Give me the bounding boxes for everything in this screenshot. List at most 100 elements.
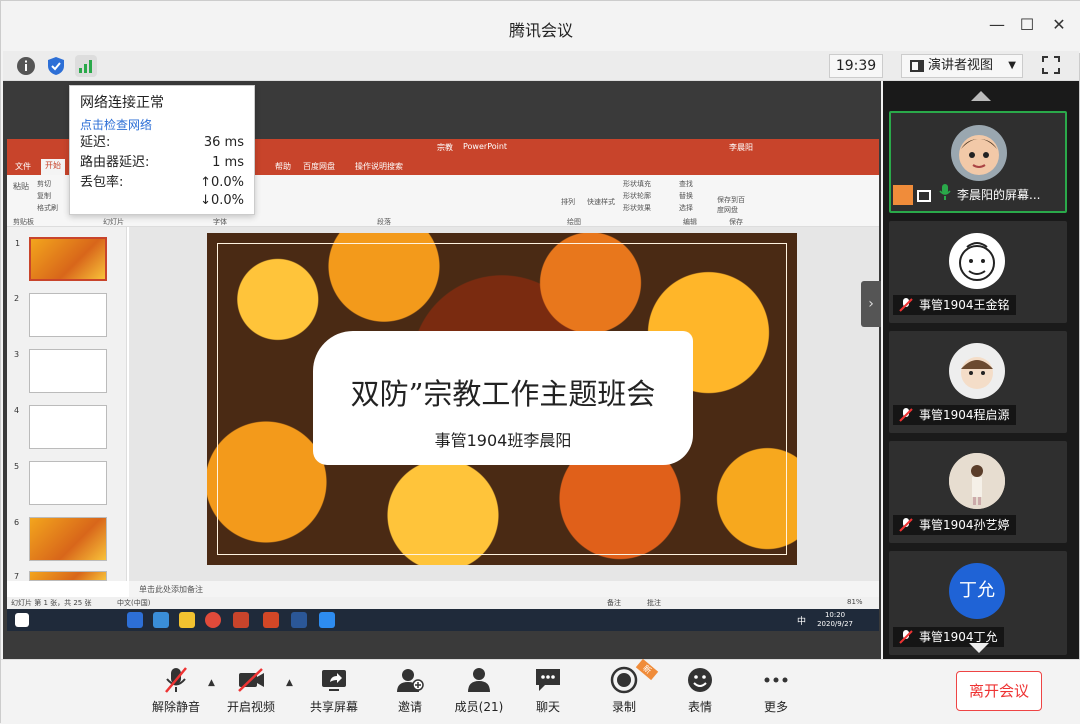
chevron-down-icon: ▼ [1008,60,1016,71]
participant-tile[interactable]: 李晨阳的屏幕... [889,111,1067,213]
mail-icon[interactable] [153,612,169,628]
ribbon-group-font: 字体 [213,218,227,226]
participant-name-tag: 事管1904孙艺婷 [893,515,1016,535]
record-icon [609,666,639,694]
slide-thumbnails: 1 2 3 4 5 6 7 [7,227,127,581]
ribbon-group-slides: 幻灯片 [103,218,124,226]
ribbon-shape-fill[interactable]: 形状填充 [623,179,651,189]
folder-icon[interactable] [179,612,195,628]
close-button[interactable]: ✕ [1049,15,1069,34]
video-options-caret[interactable]: ▲ [286,678,293,688]
ribbon-shape-effect[interactable]: 形状效果 [623,203,651,213]
meeting-window: 腾讯会议 — ☐ ✕ 19:39 演讲者视图 ▼ 宗教 PowerPoint 李… [0,0,1080,724]
unmute-button[interactable]: 解除静音 [141,666,211,720]
check-network-link[interactable]: 点击检查网络 [80,116,244,133]
network-stat-row: 丢包率: ↑0.0% [80,175,244,190]
maximize-button[interactable]: ☐ [1017,15,1037,34]
network-signal-icon[interactable] [75,55,97,77]
ribbon-group-drawing: 绘图 [567,218,581,226]
more-button[interactable]: 更多 [741,666,811,720]
ppt-menu-search[interactable]: 操作说明搜索 [355,161,403,172]
more-label: 更多 [763,700,788,714]
slide-thumb[interactable]: 4 [14,405,107,449]
speaker-view-icon [910,60,924,72]
zoom-level[interactable]: 81% [847,598,863,606]
ribbon-cut[interactable]: 剪切 [37,179,51,189]
invite-button[interactable]: 邀请 [375,666,445,720]
notes-pane[interactable]: 单击此处添加备注 [129,581,879,597]
more-dots-icon [761,666,791,694]
members-label: 成员(21) [454,700,504,714]
notes-toggle[interactable]: 备注 [607,598,621,608]
ribbon-format-painter[interactable]: 格式刷 [37,203,58,213]
ribbon-find[interactable]: 查找 [679,179,693,189]
ribbon-shape-outline[interactable]: 形状轮廓 [623,191,651,201]
participant-tile[interactable]: 事管1904孙艺婷 [889,441,1067,543]
invite-label: 邀请 [397,700,422,714]
ppt-user-name: 李晨阳 [729,143,753,152]
comments-toggle[interactable]: 批注 [647,598,661,608]
avatar: 丁允 [949,563,1005,619]
current-slide[interactable]: 双防”宗教工作主题班会 事管1904班李晨阳 [207,233,797,565]
leave-meeting-button[interactable]: 离开会议 [956,671,1042,711]
windows-taskbar: 中 10:20 2020/9/27 [7,609,879,631]
chat-button[interactable]: 聊天 [513,666,583,720]
fullscreen-icon[interactable] [1041,55,1061,75]
ribbon-replace[interactable]: 替换 [679,191,693,201]
members-button[interactable]: 成员(21) [444,666,514,720]
ime-indicator[interactable]: 中 [797,614,806,627]
word-icon[interactable] [291,612,307,628]
participant-tile[interactable]: 丁允 事管1904丁允 [889,551,1067,655]
minimize-button[interactable]: — [987,15,1007,34]
meeting-toolbar: 解除静音 ▲ 开启视频 ▲ 共享屏幕 邀请 成员(21) 聊天 录制 新 表情 … [1,658,1080,724]
meeting-app-icon[interactable] [319,612,335,628]
taskbar-date: 2020/9/27 [817,620,853,628]
screen-share-icon [917,190,931,202]
slide-thumb[interactable]: 3 [14,349,107,393]
title-bar: 腾讯会议 — ☐ ✕ [1,1,1080,53]
ppt-menu-help[interactable]: 帮助 [275,161,291,172]
audio-options-caret[interactable]: ▲ [208,678,215,688]
emoji-button[interactable]: 表情 [665,666,735,720]
ribbon-quick-style[interactable]: 快速样式 [587,197,615,207]
view-mode-dropdown[interactable]: 演讲者视图 ▼ [901,54,1023,78]
ppt-menu-baidu[interactable]: 百度网盘 [303,161,335,172]
taskbar-time: 10:20 [824,611,846,619]
participant-name-tag: 事管1904王金铭 [893,295,1016,315]
slide-count: 幻灯片 第 1 张，共 25 张 [11,599,92,607]
chat-label: 聊天 [535,700,560,714]
scroll-down-icon[interactable] [969,643,989,653]
chat-icon [533,666,563,694]
slide-thumb[interactable]: 6 [14,517,107,561]
taskbar-clock[interactable]: 10:20 2020/9/27 [817,611,853,629]
avatar [949,453,1005,509]
slide-thumb[interactable]: 7 [14,571,107,581]
mic-on-icon [939,184,951,204]
slide-thumb[interactable]: 1 [15,237,107,281]
windows-start-icon[interactable] [15,613,29,627]
participant-tile[interactable]: 事管1904程启源 [889,331,1067,433]
chevron-right-icon[interactable]: › [861,281,881,327]
security-shield-icon[interactable] [45,55,67,77]
edge-icon[interactable] [127,612,143,628]
ppt-menu-file[interactable]: 文件 [15,161,31,172]
slide-thumb[interactable]: 2 [14,293,107,337]
share-screen-icon [319,666,349,694]
start-video-button[interactable]: 开启视频 [216,666,286,720]
chrome-icon[interactable] [205,612,221,628]
scroll-up-icon[interactable] [971,91,991,101]
mic-muted-icon [161,666,191,694]
app-icon[interactable] [233,612,249,628]
network-stat-row: ↓0.0% [200,193,244,208]
powerpoint-taskbar-icon[interactable] [263,612,279,628]
ribbon-paste[interactable]: 粘贴 [13,181,29,192]
ribbon-select[interactable]: 选择 [679,203,693,213]
info-icon[interactable] [15,55,37,77]
ribbon-arrange[interactable]: 排列 [561,197,575,207]
ribbon-copy[interactable]: 复制 [37,191,51,201]
slide-thumb[interactable]: 5 [14,461,107,505]
ppt-menu-home[interactable]: 开始 [41,159,65,175]
ribbon-save-baidu[interactable]: 保存到百度网盘 [717,195,747,215]
participant-tile[interactable]: 事管1904王金铭 [889,221,1067,323]
share-screen-button[interactable]: 共享屏幕 [299,666,369,720]
